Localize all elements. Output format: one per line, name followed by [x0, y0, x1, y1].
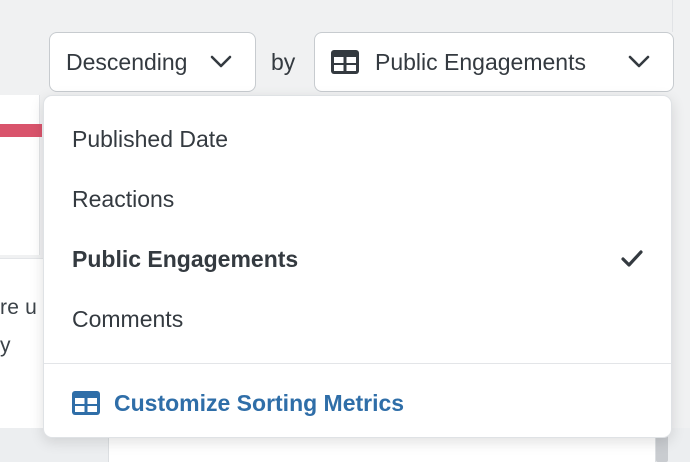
menu-item-label: Public Engagements [72, 245, 299, 272]
background-text-snippet: re u [0, 296, 37, 319]
table-icon [72, 391, 100, 415]
menu-item-published-date[interactable]: Published Date [44, 109, 671, 169]
checkmark-icon [621, 250, 643, 267]
menu-item-label: Reactions [72, 185, 175, 212]
menu-item-label: Published Date [72, 125, 228, 152]
menu-item-public-engagements[interactable]: Public Engagements [44, 229, 671, 289]
chevron-down-icon [628, 55, 650, 68]
chevron-down-icon [210, 55, 232, 68]
alert-bar [0, 124, 42, 137]
sort-controls-screen: re u y Descending by Public Engagements … [0, 0, 690, 462]
by-label: by [271, 49, 296, 75]
menu-divider [44, 363, 671, 364]
customize-sorting-metrics-link[interactable]: Customize Sorting Metrics [44, 375, 671, 431]
background-card [0, 95, 40, 255]
table-icon [331, 50, 359, 74]
sort-order-select[interactable]: Descending [49, 32, 256, 92]
menu-item-label: Comments [72, 305, 184, 332]
menu-item-comments[interactable]: Comments [44, 289, 671, 349]
sort-metric-label: Public Engagements [375, 48, 586, 75]
customize-label: Customize Sorting Metrics [114, 389, 405, 416]
divider [672, 0, 673, 32]
menu-item-reactions[interactable]: Reactions [44, 169, 671, 229]
sort-metric-menu: Published Date Reactions Public Engageme… [43, 95, 672, 438]
sort-metric-select[interactable]: Public Engagements [314, 32, 674, 92]
sort-order-label: Descending [66, 48, 188, 75]
background-text-snippet: y [0, 334, 11, 357]
